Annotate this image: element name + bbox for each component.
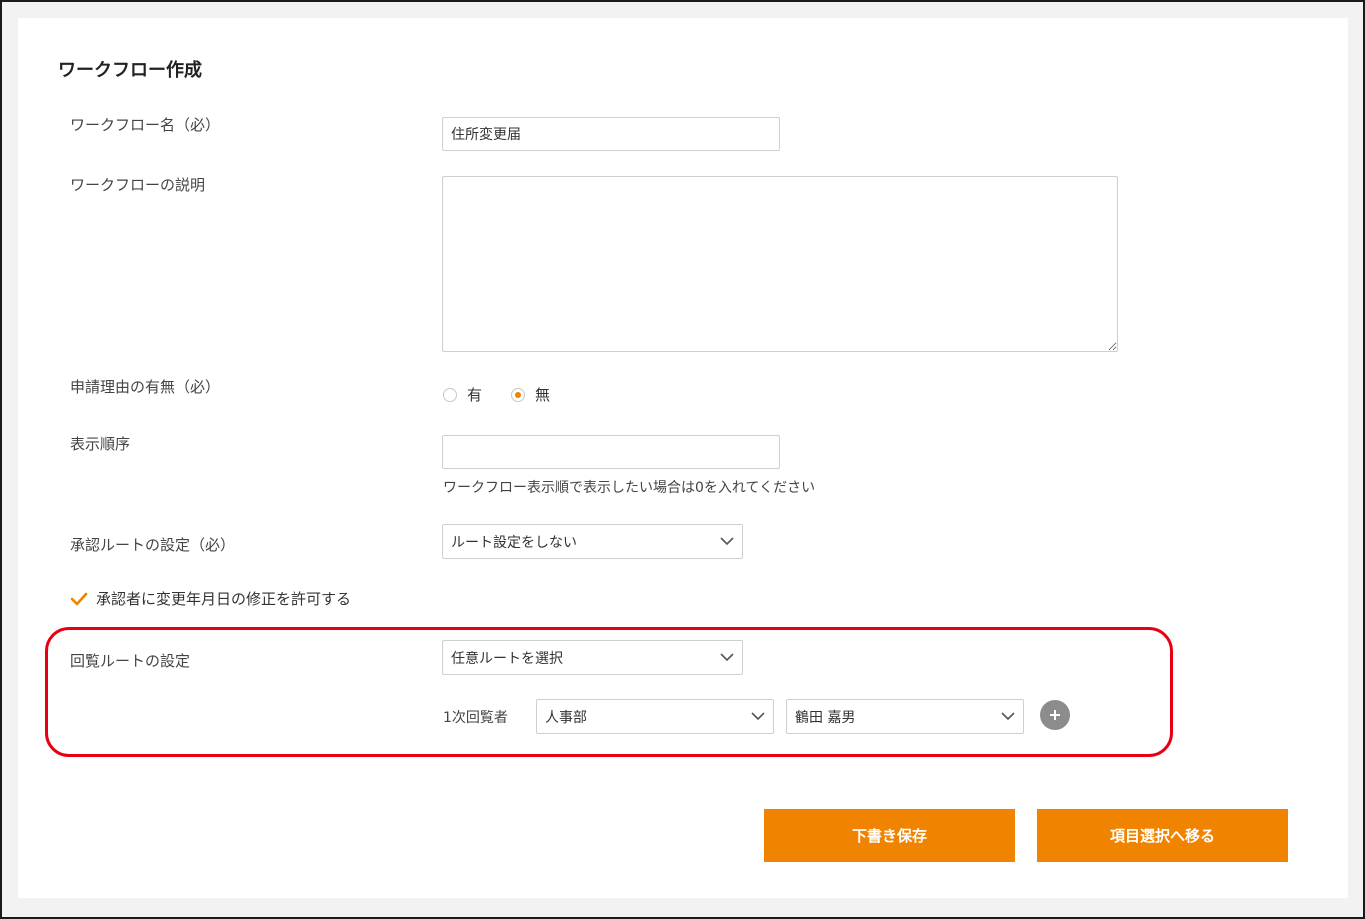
check-icon <box>70 590 88 608</box>
circulation-route-select[interactable]: 任意ルートを選択 <box>442 640 743 675</box>
circulation-route-label: 回覧ルートの設定 <box>70 652 191 670</box>
approval-route-label: 承認ルートの設定（必） <box>70 536 236 554</box>
approval-route-value: ルート設定をしない <box>451 534 577 551</box>
reviewer-department-select[interactable]: 人事部 <box>536 699 774 734</box>
plus-icon <box>1048 708 1062 722</box>
workflow-name-input[interactable] <box>442 117 780 151</box>
name-label: ワークフロー名（必） <box>70 116 221 134</box>
window-frame: ワークフロー作成 ワークフロー名（必） ワークフローの説明 申請理由の有無（必）… <box>0 0 1365 919</box>
radio-label: 無 <box>535 386 551 404</box>
reason-radio-yes[interactable]: 有 <box>443 384 482 405</box>
order-hint: ワークフロー表示順で表示したい場合は0を入れてください <box>443 480 816 496</box>
reason-radio-no[interactable]: 無 <box>511 384 550 405</box>
form-panel: ワークフロー作成 ワークフロー名（必） ワークフローの説明 申請理由の有無（必）… <box>18 18 1348 898</box>
radio-circle-selected <box>511 387 525 402</box>
next-step-button[interactable]: 項目選択へ移る <box>1037 809 1288 862</box>
allow-date-edit-label: 承認者に変更年月日の修正を許可する <box>96 590 352 608</box>
circulation-route-value: 任意ルートを選択 <box>451 650 563 667</box>
chevron-down-icon <box>751 710 765 724</box>
reviewer-department-value: 人事部 <box>545 709 587 726</box>
reason-label: 申請理由の有無（必） <box>70 378 221 396</box>
chevron-down-icon <box>720 651 734 665</box>
radio-label: 有 <box>467 386 483 404</box>
order-label: 表示順序 <box>70 435 131 453</box>
workflow-description-textarea[interactable] <box>442 176 1118 352</box>
allow-date-edit-checkbox[interactable]: 承認者に変更年月日の修正を許可する <box>70 588 351 609</box>
page-title: ワークフロー作成 <box>58 60 202 81</box>
chevron-down-icon <box>720 535 734 549</box>
approval-route-select[interactable]: ルート設定をしない <box>442 524 743 559</box>
chevron-down-icon <box>1001 710 1015 724</box>
reviewer-person-value: 鶴田 嘉男 <box>795 709 856 726</box>
display-order-input[interactable] <box>442 435 780 469</box>
description-label: ワークフローの説明 <box>70 176 206 194</box>
reviewer-person-select[interactable]: 鶴田 嘉男 <box>786 699 1024 734</box>
reviewer-label: 1次回覧者 <box>443 710 508 726</box>
add-reviewer-button[interactable] <box>1040 700 1070 730</box>
radio-circle <box>443 387 457 402</box>
save-draft-button[interactable]: 下書き保存 <box>764 809 1015 862</box>
